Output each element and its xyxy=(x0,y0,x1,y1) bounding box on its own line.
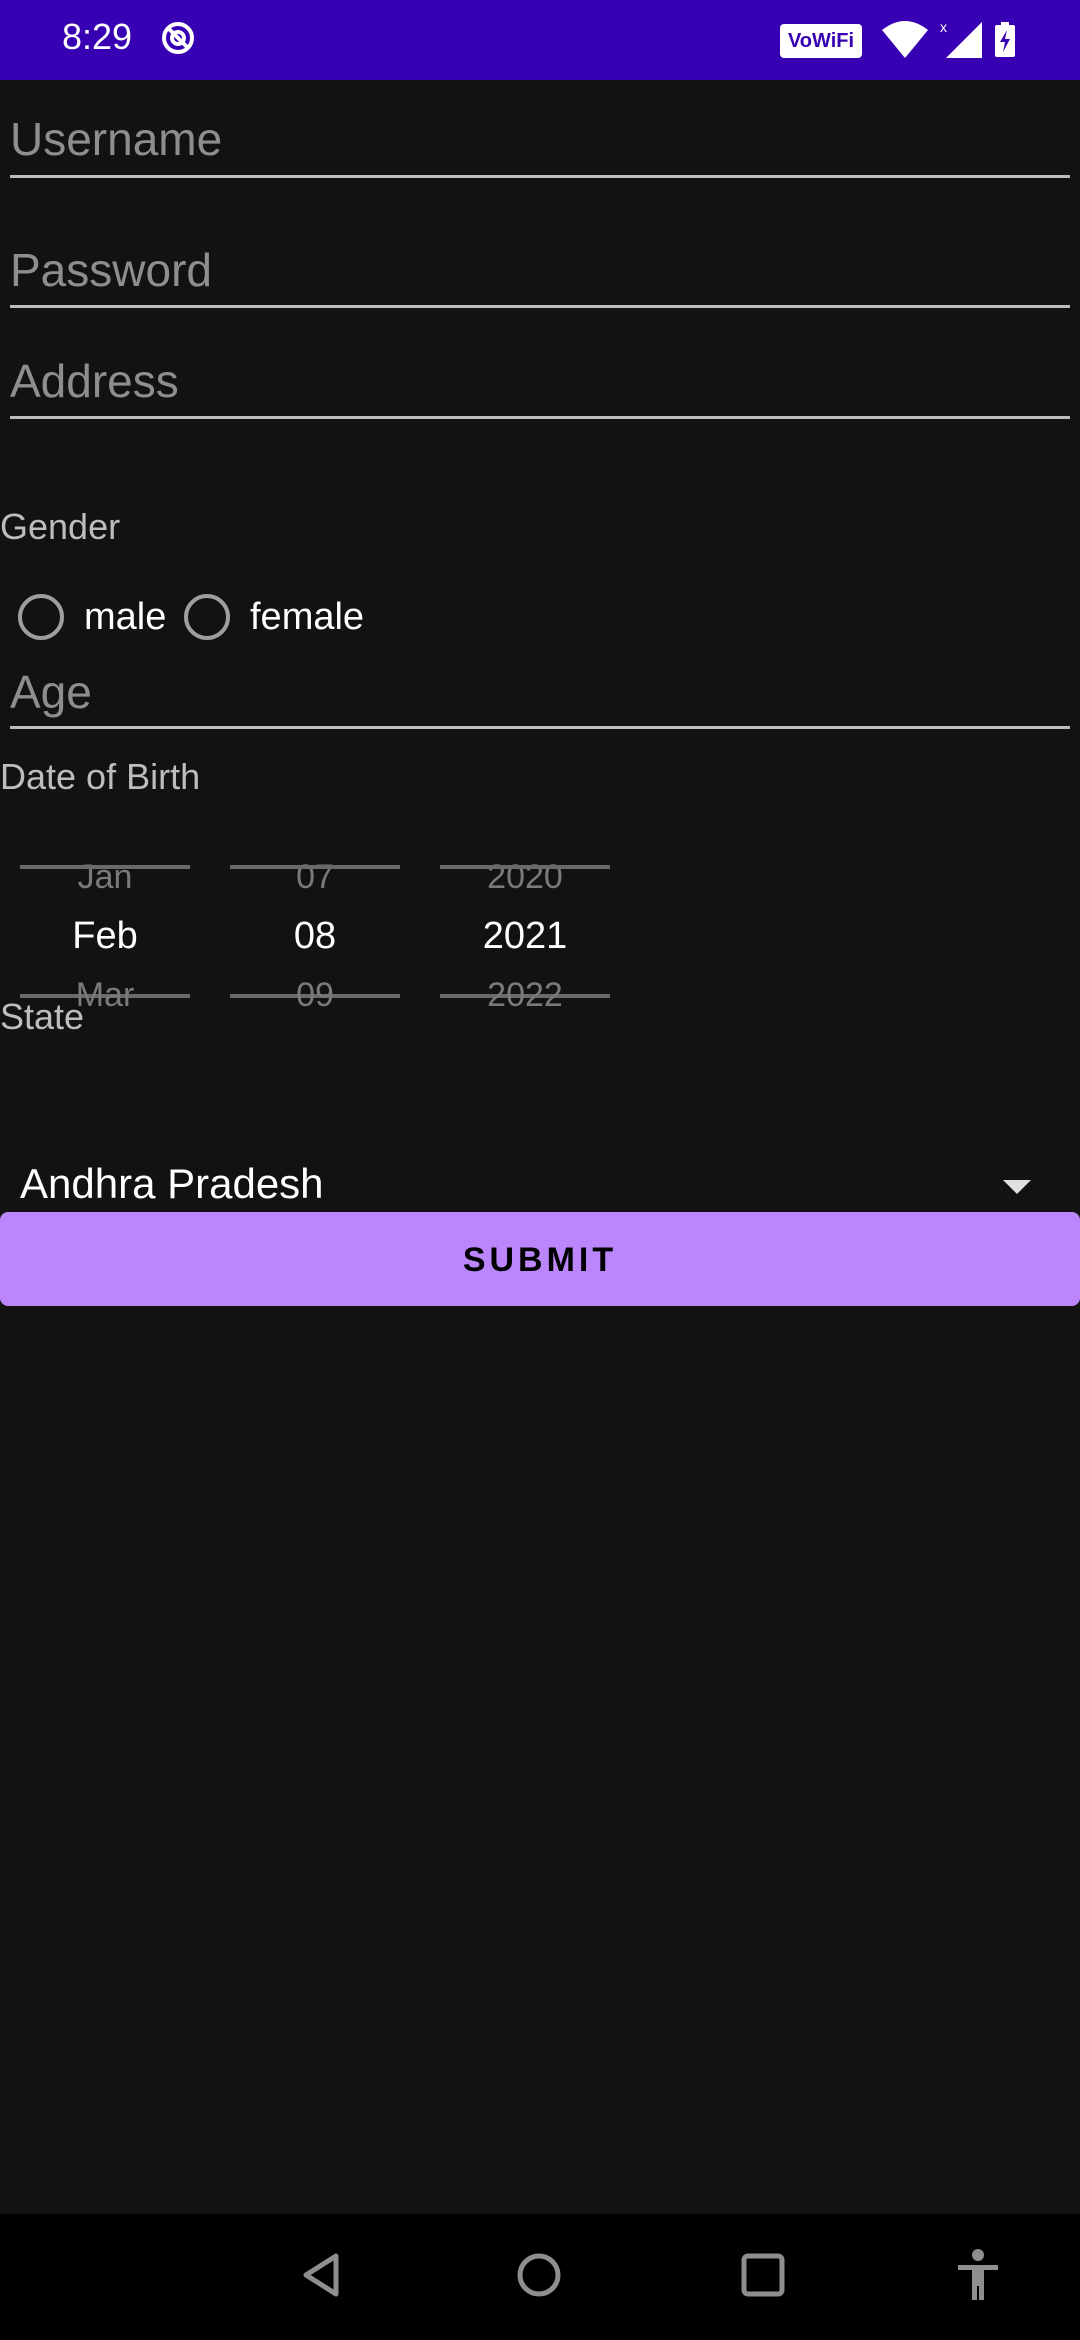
accessibility-icon[interactable] xyxy=(956,2248,1000,2302)
year-next[interactable]: 2022 xyxy=(440,976,610,1015)
submit-label: SUBMIT xyxy=(462,1241,618,1279)
year-prev[interactable]: 2020 xyxy=(440,858,610,897)
radio-male[interactable] xyxy=(18,594,64,640)
day-next[interactable]: 09 xyxy=(230,976,400,1015)
battery-icon xyxy=(995,22,1015,57)
signal-icon: x xyxy=(940,19,982,58)
status-time: 8:29 xyxy=(62,16,133,57)
home-icon[interactable] xyxy=(516,2252,562,2298)
submit-button[interactable]: SUBMIT xyxy=(0,1212,1080,1306)
dob-label: Date of Birth xyxy=(0,756,201,797)
address-field[interactable]: Address xyxy=(10,354,179,408)
day-divider-top xyxy=(230,865,400,869)
dropdown-arrow-icon[interactable] xyxy=(1003,1180,1031,1194)
radio-female[interactable] xyxy=(184,594,230,640)
username-field[interactable]: Username xyxy=(10,112,222,166)
month-divider-top xyxy=(20,865,190,869)
gender-label: Gender xyxy=(0,506,121,547)
navigation-bar xyxy=(0,2214,1080,2340)
day-selected[interactable]: 08 xyxy=(230,915,400,958)
year-divider-top xyxy=(440,865,610,869)
username-underline xyxy=(10,175,1070,178)
recents-icon[interactable] xyxy=(740,2252,786,2298)
dnd-icon xyxy=(162,22,194,54)
vowifi-badge: VoWiFi xyxy=(780,24,862,58)
year-picker[interactable]: 2020 2021 2022 xyxy=(440,840,610,1040)
day-picker[interactable]: 07 08 09 xyxy=(230,840,400,1040)
radio-female-label[interactable]: female xyxy=(250,596,364,639)
day-prev[interactable]: 07 xyxy=(230,858,400,897)
state-label: State xyxy=(0,996,85,1037)
svg-text:x: x xyxy=(940,19,947,35)
year-selected[interactable]: 2021 xyxy=(440,915,610,958)
age-underline xyxy=(10,726,1070,729)
password-field[interactable]: Password xyxy=(10,243,212,297)
password-underline xyxy=(10,305,1070,308)
address-underline xyxy=(10,416,1070,419)
state-spinner-value[interactable]: Andhra Pradesh xyxy=(20,1160,324,1208)
back-icon[interactable] xyxy=(298,2250,344,2300)
month-prev[interactable]: Jan xyxy=(20,858,190,897)
wifi-icon xyxy=(882,21,928,58)
radio-male-label[interactable]: male xyxy=(84,596,166,639)
month-selected[interactable]: Feb xyxy=(20,915,190,958)
age-field[interactable]: Age xyxy=(10,665,92,719)
